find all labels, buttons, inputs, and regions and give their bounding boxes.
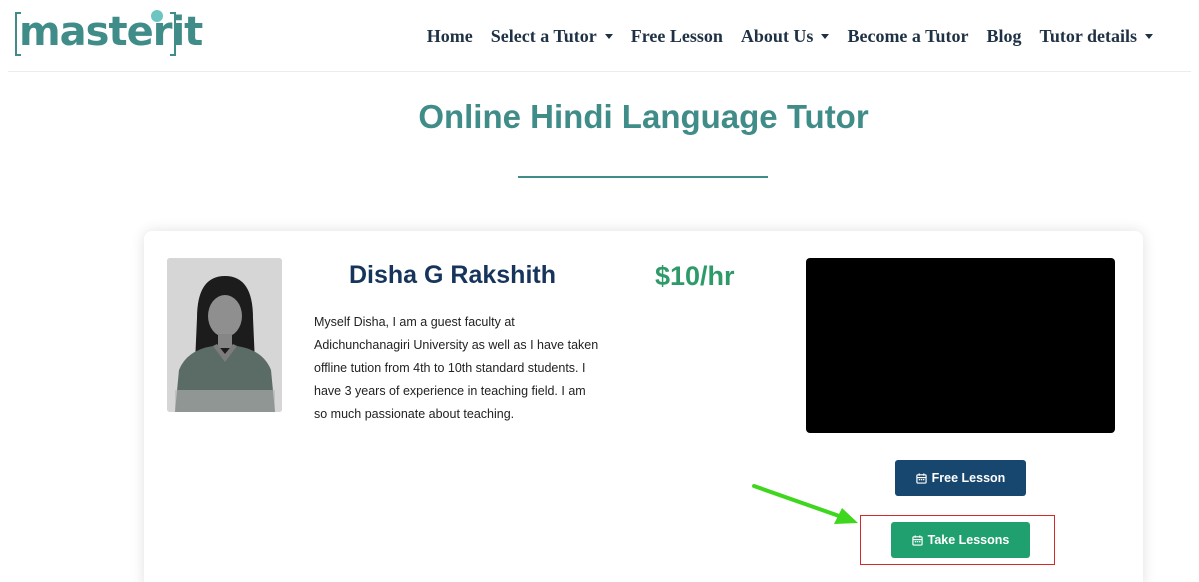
main-nav: Home Select a Tutor Free Lesson About Us… — [409, 26, 1153, 47]
annotation-highlight-box — [860, 515, 1055, 565]
intro-video-player[interactable] — [806, 258, 1115, 433]
nav-label: Tutor details — [1039, 26, 1137, 46]
nav-item-home[interactable]: Home — [427, 26, 473, 47]
annotation-arrow-icon — [752, 484, 858, 524]
calendar-icon — [915, 472, 927, 484]
page-title: Online Hindi Language Tutor — [418, 98, 869, 135]
nav-item-about-us[interactable]: About Us — [741, 26, 830, 47]
nav-item-become-a-tutor[interactable]: Become a Tutor — [847, 26, 968, 47]
nav-label: Select a Tutor — [490, 26, 597, 46]
nav-label: Blog — [986, 26, 1022, 46]
tutor-name: Disha G Rakshith — [349, 261, 556, 289]
nav-item-blog[interactable]: Blog — [986, 26, 1021, 47]
nav-label: Home — [426, 26, 473, 46]
nav-item-select-a-tutor[interactable]: Select a Tutor — [491, 26, 613, 47]
logo-bracket-right — [170, 12, 176, 56]
tutor-photo — [167, 258, 282, 412]
caret-down-icon — [1145, 34, 1153, 39]
free-lesson-label: Free Lesson — [931, 471, 1006, 485]
nav-item-free-lesson[interactable]: Free Lesson — [631, 26, 723, 47]
site-header: masterit Home Select a Tutor Free Lesson… — [0, 0, 1199, 72]
header-divider — [8, 71, 1191, 72]
caret-down-icon — [604, 34, 613, 39]
free-lesson-button[interactable]: Free Lesson — [895, 460, 1026, 496]
nav-label: Become a Tutor — [847, 26, 969, 46]
masterit-logo[interactable]: masterit — [15, 10, 203, 58]
caret-down-icon — [821, 34, 830, 39]
tutor-bio: Myself Disha, I am a guest faculty at Ad… — [314, 315, 599, 421]
title-divider — [518, 176, 768, 178]
hourly-price: $10/hr — [655, 261, 735, 291]
nav-label: Free Lesson — [630, 26, 723, 46]
nav-label: About Us — [740, 26, 814, 46]
logo-dot-icon — [151, 10, 163, 22]
nav-item-tutor-details[interactable]: Tutor details — [1039, 26, 1153, 47]
